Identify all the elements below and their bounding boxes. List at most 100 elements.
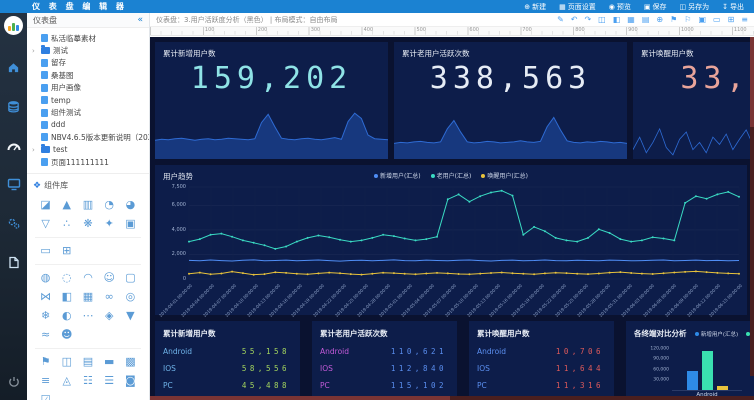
- monitor-icon[interactable]: [7, 178, 21, 191]
- horizontal-scrollbar[interactable]: [150, 396, 754, 400]
- monitor-icon[interactable]: ▣: [698, 15, 706, 25]
- table-row[interactable]: Android 10,706: [469, 343, 614, 360]
- database-icon[interactable]: [7, 100, 20, 113]
- table-row[interactable]: PC 115,102: [312, 377, 457, 394]
- tree-item-folder[interactable]: › test: [27, 144, 149, 156]
- user-widget-icon[interactable]: ☻: [56, 329, 77, 341]
- page-settings-button[interactable]: ▦ 页面设置: [559, 2, 596, 12]
- expand-arrow-icon[interactable]: ›: [32, 47, 39, 55]
- radar-chart-icon[interactable]: ✦: [99, 218, 120, 230]
- sphere-widget-icon[interactable]: ◐: [56, 310, 77, 322]
- tree-item-doc[interactable]: 留存: [27, 57, 149, 69]
- tree-item-doc[interactable]: 组件测试: [27, 106, 149, 118]
- list-widget-icon[interactable]: ≡: [35, 375, 56, 387]
- tree-item-doc[interactable]: temp: [27, 94, 149, 106]
- table-awakened-users[interactable]: 累计唤醒用户数 Android 10,706 IOS 11,644 PC 11,316: [469, 321, 614, 400]
- table-row[interactable]: IOS 58,556: [155, 360, 300, 377]
- tree-item-doc[interactable]: 页面111111111: [27, 156, 149, 168]
- folder-widget-icon[interactable]: ▤: [77, 356, 98, 368]
- terminal-compare-panel[interactable]: 各终端对比分析 新增用户(汇总)老用户(汇总) 120,00090,00060,…: [626, 321, 754, 400]
- legend-item[interactable]: 老用户(汇总): [430, 171, 471, 180]
- collapse-panel-icon[interactable]: «: [137, 15, 143, 25]
- globe-widget-icon[interactable]: ◎: [120, 291, 141, 303]
- table-row[interactable]: PC 11,316: [469, 377, 614, 394]
- flag-widget-icon[interactable]: ⚑: [35, 356, 56, 368]
- app-logo-icon[interactable]: [4, 16, 23, 35]
- grid-icon[interactable]: ≡: [741, 15, 748, 25]
- new-button[interactable]: ⊕ 新建: [524, 2, 546, 12]
- table-row[interactable]: Android 110,621: [312, 343, 457, 360]
- screen-widget-icon[interactable]: ▢: [120, 272, 141, 284]
- compare-widget-icon[interactable]: ⋈: [35, 291, 56, 303]
- table-old-users[interactable]: 累计老用户活跃次数 Android 110,621 IOS 112,840 PC 115,1…: [312, 321, 457, 400]
- stat-card-awakened-users[interactable]: 累计唤醒用户数 33,666: [633, 42, 754, 159]
- expand-arrow-icon[interactable]: ›: [32, 146, 39, 154]
- settings-icon[interactable]: ⊕: [656, 15, 663, 25]
- save-button[interactable]: ▣ 保存: [644, 2, 667, 12]
- stat-card-new-users[interactable]: 累计新增用户数 159,202: [155, 42, 388, 159]
- layers-icon[interactable]: ▦: [627, 15, 635, 25]
- emoji-widget-icon[interactable]: ☺: [99, 272, 120, 284]
- power-icon[interactable]: [8, 376, 20, 388]
- home-icon[interactable]: [7, 61, 20, 74]
- tree-item-doc[interactable]: 私活临摹素材: [27, 32, 149, 44]
- save-as-button[interactable]: ◫ 另存为: [680, 2, 710, 12]
- user-trend-panel[interactable]: 用户趋势 新增用户(汇总) 老用户(汇总) 唤醒用户(汇总) 7,500 6,000 4…: [155, 165, 747, 318]
- edit-icon[interactable]: ✎: [557, 15, 564, 25]
- dashboard-icon[interactable]: [7, 139, 21, 152]
- tree-item-folder[interactable]: › 测试: [27, 44, 149, 56]
- tree-item-doc[interactable]: NBV4.6.5版本更新说明（20200803）: [27, 131, 149, 143]
- donut-chart-icon[interactable]: ◕: [120, 199, 141, 211]
- table-row[interactable]: IOS 11,644: [469, 360, 614, 377]
- redo-icon[interactable]: ↷: [584, 15, 591, 25]
- undo-icon[interactable]: ↶: [571, 15, 578, 25]
- snowflake-widget-icon[interactable]: ❄: [35, 310, 56, 322]
- preview-button[interactable]: ◉ 预览: [609, 2, 631, 12]
- flag-outline-icon[interactable]: ⚐: [684, 15, 691, 25]
- table-row[interactable]: PC 45,488: [155, 377, 300, 394]
- checkbox-widget-icon[interactable]: ☑: [35, 394, 56, 400]
- table-row[interactable]: IOS 112,840: [312, 360, 457, 377]
- copy-icon[interactable]: ◫: [598, 15, 606, 25]
- map-widget-icon[interactable]: ◈: [99, 310, 120, 322]
- layout-widget-icon[interactable]: ◧: [56, 291, 77, 303]
- table-widget-icon[interactable]: ⊞: [56, 245, 77, 257]
- rose-chart-icon[interactable]: ❋: [77, 218, 98, 230]
- flag-icon[interactable]: ⚑: [670, 15, 677, 25]
- image-widget-icon[interactable]: ▣: [120, 218, 141, 230]
- tree-item-doc[interactable]: ddd: [27, 119, 149, 131]
- export-button[interactable]: ↧ 导出: [722, 2, 744, 12]
- column-table-icon[interactable]: ☰: [99, 375, 120, 387]
- gauge-widget-icon[interactable]: ◠: [77, 272, 98, 284]
- scatter-chart-icon[interactable]: ∴: [56, 218, 77, 230]
- border-icon[interactable]: ▭: [713, 15, 721, 25]
- cloud-icon[interactable]: ◧: [613, 15, 621, 25]
- guide-icon[interactable]: ⊞: [728, 15, 735, 25]
- line-chart-icon[interactable]: ◪: [35, 199, 56, 211]
- progress-circle-icon[interactable]: ◌: [56, 272, 77, 284]
- gears-icon[interactable]: [7, 217, 21, 230]
- tree-item-doc[interactable]: 用户画像: [27, 82, 149, 94]
- legend-item[interactable]: 唤醒用户(汇总): [481, 171, 528, 180]
- text-widget-icon[interactable]: ▬: [99, 356, 120, 368]
- relation-widget-icon[interactable]: ∞: [99, 291, 120, 303]
- number-widget-icon[interactable]: ◍: [35, 272, 56, 284]
- pdf-file-icon[interactable]: [8, 256, 20, 269]
- panel-widget-icon[interactable]: ▩: [120, 356, 141, 368]
- browser-widget-icon[interactable]: ◫: [56, 356, 77, 368]
- bar-chart-icon[interactable]: ▥: [77, 199, 98, 211]
- legend-item[interactable]: 新增用户(汇总): [694, 330, 738, 338]
- funnel-chart-icon[interactable]: ▽: [35, 218, 56, 230]
- grid-widget-icon[interactable]: ▦: [77, 291, 98, 303]
- curve-widget-icon[interactable]: ≈: [35, 329, 56, 341]
- bank-table-icon[interactable]: ☷: [77, 375, 98, 387]
- target-widget-icon[interactable]: ◙: [120, 375, 141, 387]
- card-widget-icon[interactable]: ▭: [35, 245, 56, 257]
- search-widget-icon[interactable]: ◬: [56, 375, 77, 387]
- pie-chart-icon[interactable]: ◔: [99, 199, 120, 211]
- tree-item-doc[interactable]: 桑基图: [27, 69, 149, 81]
- table-row[interactable]: Android 55,158: [155, 343, 300, 360]
- marker-widget-icon[interactable]: ▼: [120, 310, 141, 322]
- area-chart-icon[interactable]: ▲: [56, 199, 77, 211]
- stat-card-old-users[interactable]: 累计老用户活跃次数 338,563: [394, 42, 627, 159]
